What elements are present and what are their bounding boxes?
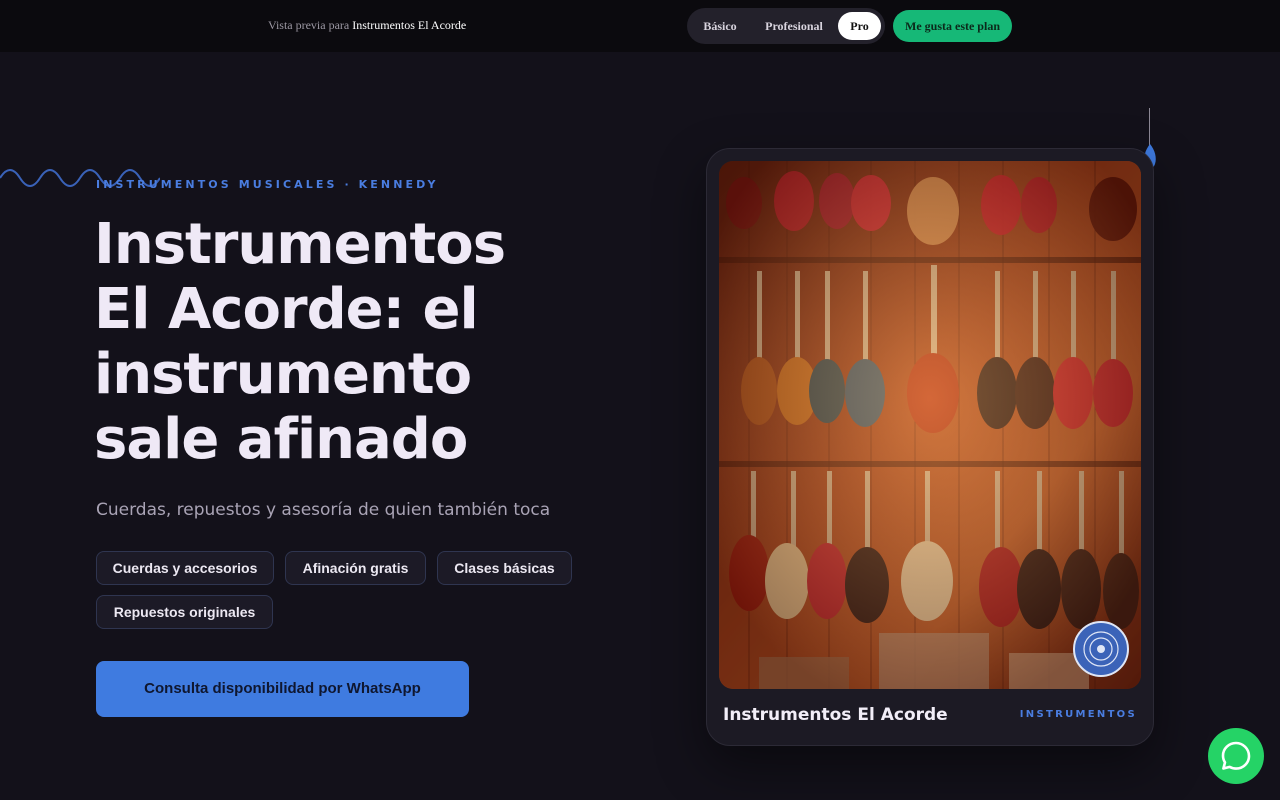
business-card: Instrumentos El Acorde INSTRUMENTOS [706,148,1154,746]
plan-option-profesional[interactable]: Profesional [759,12,829,40]
vinyl-disc-icon[interactable] [1073,621,1129,677]
preview-label: Vista previa para Instrumentos El Acorde [268,18,466,33]
chip-afinacion: Afinación gratis [285,551,426,585]
chip-clases: Clases básicas [437,551,572,585]
guitar-wall-photo [719,161,1141,689]
card-title: Instrumentos El Acorde [723,705,948,725]
chip-cuerdas: Cuerdas y accesorios [96,551,274,585]
plan-switcher: Básico Profesional Pro [687,8,885,44]
plan-option-basico[interactable]: Básico [695,12,745,40]
hero-eyebrow: INSTRUMENTOS MUSICALES · KENNEDY [96,178,439,191]
preview-business-name: Instrumentos El Acorde [352,18,467,32]
hero-headline: Instrumentos El Acorde: el instrumento s… [94,212,506,472]
chip-repuestos: Repuestos originales [96,595,273,629]
plan-option-pro[interactable]: Pro [838,12,881,40]
card-tag: INSTRUMENTOS [1019,709,1137,720]
whatsapp-icon[interactable] [1208,728,1264,784]
preview-topbar: Vista previa para Instrumentos El Acorde… [0,0,1280,52]
preview-prefix: Vista previa para [268,18,350,32]
like-plan-button[interactable]: Me gusta este plan [893,10,1012,42]
whatsapp-cta-button[interactable]: Consulta disponibilidad por WhatsApp [96,661,469,717]
hero-subtitle: Cuerdas, repuestos y asesoría de quien t… [96,500,551,520]
